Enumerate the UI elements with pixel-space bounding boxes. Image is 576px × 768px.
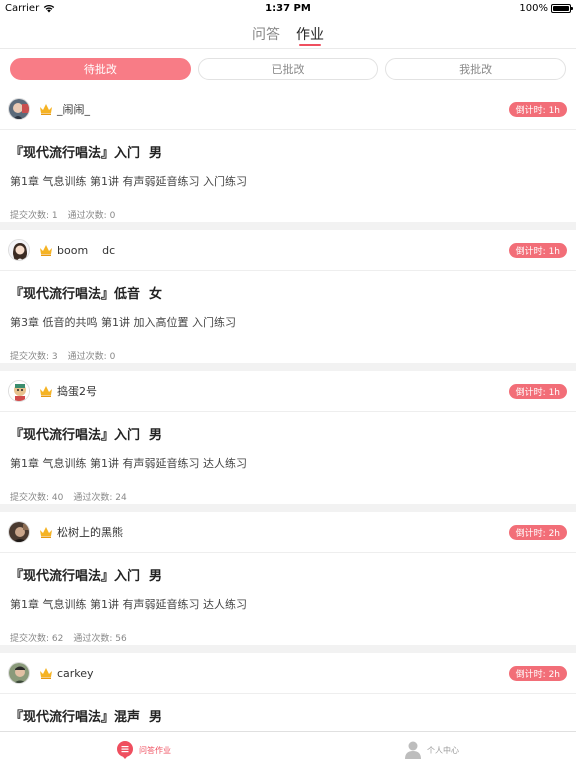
list-icon	[117, 741, 133, 759]
pass-label: 通过次数:	[73, 493, 113, 503]
pass-count-stat: 通过次数: 0	[68, 349, 116, 362]
card-stats: 提交次数: 62 通过次数: 56	[10, 631, 576, 644]
submit-count-stat: 提交次数: 62	[10, 631, 63, 644]
submit-count: 62	[51, 634, 64, 644]
username[interactable]: 松树上的黑熊	[57, 524, 123, 540]
countdown-badge: 倒计时: 1h	[508, 243, 567, 258]
pass-label: 通过次数:	[73, 634, 113, 644]
pass-count: 56	[115, 634, 127, 644]
homework-card[interactable]: 松树上的黑熊 倒计时: 2h 『现代流行唱法』入门 男 第1章 气息训练 第1讲…	[0, 512, 576, 645]
tab-qa[interactable]: 问答	[252, 18, 280, 49]
card-header: 松树上的黑熊 倒计时: 2h	[0, 512, 576, 553]
submit-label: 提交次数:	[10, 352, 50, 362]
card-stats: 提交次数: 3 通过次数: 0	[10, 349, 576, 362]
crown-icon	[40, 668, 52, 679]
submit-count: 1	[51, 211, 58, 221]
lesson-info: 第1章 气息训练 第1讲 有声弱延音练习 达人练习	[10, 598, 247, 611]
avatar[interactable]	[8, 521, 30, 543]
course-title: 『现代流行唱法』混声 男	[10, 710, 163, 725]
card-header: 捣蛋2号 倒计时: 1h	[0, 371, 576, 412]
card-header: _闹闹_ 倒计时: 1h	[0, 89, 576, 130]
crown-icon	[40, 527, 52, 538]
tab-bar-profile[interactable]: 个人中心	[288, 732, 576, 768]
top-tabs: 问答 作业	[0, 18, 576, 49]
battery-info: 100%	[519, 3, 573, 14]
username[interactable]: 捣蛋2号	[57, 383, 97, 399]
crown-icon	[40, 245, 52, 256]
course-title: 『现代流行唱法』入门 男	[10, 428, 163, 443]
countdown-badge: 倒计时: 1h	[508, 102, 567, 117]
tab-bar-homework[interactable]: 问答作业	[0, 732, 288, 768]
avatar[interactable]	[8, 239, 30, 261]
pass-count: 0	[109, 352, 116, 362]
countdown-badge: 倒计时: 1h	[508, 384, 567, 399]
submit-label: 提交次数:	[10, 493, 50, 503]
card-header: carkey 倒计时: 2h	[0, 653, 576, 694]
avatar[interactable]	[8, 98, 30, 120]
battery-icon	[551, 4, 573, 13]
tab-homework[interactable]: 作业	[296, 18, 324, 49]
username[interactable]: carkey	[57, 667, 94, 680]
course-title: 『现代流行唱法』入门 男	[10, 569, 163, 584]
status-time: 1:37 PM	[265, 3, 311, 14]
card-header: boom dc 倒计时: 1h	[0, 230, 576, 271]
segment-my-reviews[interactable]: 我批改	[385, 58, 567, 80]
homework-card[interactable]: _闹闹_ 倒计时: 1h 『现代流行唱法』入门 男 第1章 气息训练 第1讲 有…	[0, 89, 576, 222]
pass-count: 0	[109, 211, 116, 221]
submit-label: 提交次数:	[10, 211, 50, 221]
submit-count: 40	[51, 493, 64, 503]
lesson-info: 第1章 气息训练 第1讲 有声弱延音练习 入门练习	[10, 175, 247, 188]
lesson-info: 第1章 气息训练 第1讲 有声弱延音练习 达人练习	[10, 457, 247, 470]
submit-count-stat: 提交次数: 1	[10, 208, 58, 221]
submit-count-stat: 提交次数: 3	[10, 349, 58, 362]
crown-icon	[40, 104, 52, 115]
avatar[interactable]	[8, 662, 30, 684]
homework-card[interactable]: boom dc 倒计时: 1h 『现代流行唱法』低音 女 第3章 低音的共鸣 第…	[0, 230, 576, 363]
tab-bar-profile-label: 个人中心	[427, 745, 459, 755]
pass-count-stat: 通过次数: 0	[68, 208, 116, 221]
countdown-badge: 倒计时: 2h	[508, 525, 567, 540]
lesson-info: 第3章 低音的共鸣 第1讲 加入高位置 入门练习	[10, 316, 236, 329]
countdown-badge: 倒计时: 2h	[508, 666, 567, 681]
username[interactable]: boom dc	[57, 244, 115, 257]
card-stats: 提交次数: 40 通过次数: 24	[10, 490, 576, 503]
submit-label: 提交次数:	[10, 634, 50, 644]
submit-count: 3	[51, 352, 58, 362]
tab-bar-homework-label: 问答作业	[139, 745, 171, 755]
person-icon	[405, 741, 421, 759]
pass-count-stat: 通过次数: 56	[73, 631, 126, 644]
homework-list: _闹闹_ 倒计时: 1h 『现代流行唱法』入门 男 第1章 气息训练 第1讲 有…	[0, 89, 576, 768]
pass-count: 24	[115, 493, 127, 503]
status-bar: Carrier 1:37 PM 100%	[0, 0, 576, 18]
card-stats: 提交次数: 1 通过次数: 0	[10, 208, 576, 221]
pass-label: 通过次数:	[67, 352, 107, 362]
bottom-tab-bar: 问答作业 个人中心	[0, 731, 576, 768]
avatar[interactable]	[8, 380, 30, 402]
review-filter: 待批改 已批改 我批改	[0, 49, 576, 89]
crown-icon	[40, 386, 52, 397]
battery-percent: 100%	[519, 3, 548, 14]
username[interactable]: _闹闹_	[57, 101, 90, 117]
submit-count-stat: 提交次数: 40	[10, 490, 63, 503]
segment-reviewed[interactable]: 已批改	[197, 58, 379, 80]
course-title: 『现代流行唱法』低音 女	[10, 287, 163, 302]
pass-count-stat: 通过次数: 24	[73, 490, 126, 503]
segment-pending[interactable]: 待批改	[10, 58, 191, 80]
homework-card[interactable]: 捣蛋2号 倒计时: 1h 『现代流行唱法』入门 男 第1章 气息训练 第1讲 有…	[0, 371, 576, 504]
course-title: 『现代流行唱法』入门 男	[10, 146, 163, 161]
pass-label: 通过次数:	[67, 211, 107, 221]
